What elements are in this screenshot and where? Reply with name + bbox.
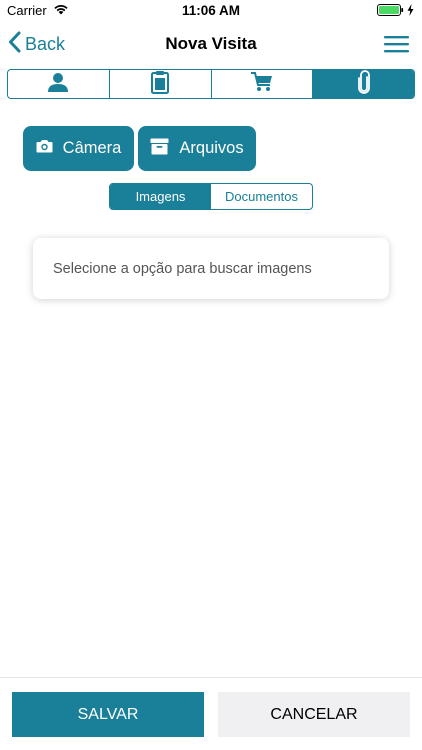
camera-label: Câmera [62, 139, 122, 157]
charging-bolt-icon [407, 4, 414, 19]
toggle-documents[interactable]: Documentos [211, 184, 312, 209]
archive-box-icon [150, 138, 169, 160]
navigation-bar: Back Nova Visita [0, 22, 422, 66]
status-time: 11:06 AM [181, 3, 241, 18]
battery-icon [377, 4, 404, 19]
tab-checklist[interactable] [110, 70, 212, 98]
hamburger-menu-icon[interactable] [384, 35, 409, 53]
paperclip-icon [357, 70, 371, 98]
empty-state-message: Selecione a opção para buscar imagens [53, 260, 312, 277]
section-tabs [7, 69, 415, 99]
toggle-images[interactable]: Imagens [110, 184, 211, 209]
cart-icon [250, 71, 274, 98]
page-title: Nova Visita [165, 34, 257, 53]
media-type-toggle: Imagens Documentos [109, 183, 313, 210]
status-right [377, 4, 414, 19]
cancel-button[interactable]: CANCELAR [218, 692, 410, 737]
tab-client[interactable] [8, 70, 110, 98]
empty-state-card: Selecione a opção para buscar imagens [33, 238, 389, 299]
clipboard-icon [151, 70, 170, 98]
status-bar: Carrier 11:06 AM [0, 0, 422, 22]
camera-icon [36, 139, 53, 158]
tab-attachments[interactable] [313, 70, 414, 98]
files-button[interactable]: Arquivos [138, 126, 256, 171]
camera-button[interactable]: Câmera [23, 126, 134, 171]
tab-cart[interactable] [212, 70, 314, 98]
person-icon [47, 71, 69, 98]
save-button[interactable]: SALVAR [12, 692, 204, 737]
files-label: Arquivos [179, 139, 244, 157]
footer-actions: SALVAR CANCELAR [0, 677, 422, 750]
